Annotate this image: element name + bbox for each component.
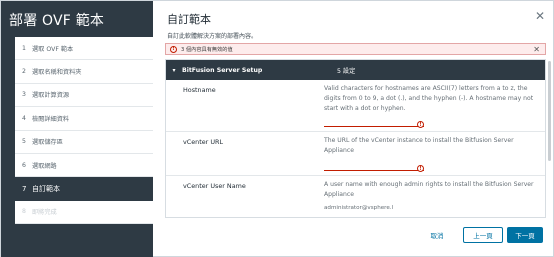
wizard-step-7-active[interactable]: 7 自訂範本 xyxy=(15,177,153,201)
section-name: BitFusion Server Setup xyxy=(182,66,263,74)
wizard-step-1[interactable]: 1 選取 OVF 範本 xyxy=(15,37,153,61)
wizard-step-label: 選取名稱和資料夾 xyxy=(32,69,82,77)
property-row-vcenter-username: vCenter User Name A user name with enoug… xyxy=(166,176,545,217)
wizard-step-label: 檢閱詳細資料 xyxy=(32,115,70,123)
vcenter-url-input[interactable]: ! xyxy=(324,162,424,172)
exclamation-circle-icon: ! xyxy=(417,121,424,128)
wizard-sidebar: 部署 OVF 範本 1 選取 OVF 範本 2 選取名稱和資料夾 3 選取計算資源 4… xyxy=(1,1,153,257)
section-header[interactable]: ▾ BitFusion Server Setup 5 設定 xyxy=(166,60,545,80)
scrollbar-thumb[interactable] xyxy=(548,61,551,161)
cancel-button[interactable]: 取消 xyxy=(419,227,455,243)
wizard-content: ✕ 自訂範本 自訂此軟體解決方案的部署內容。 ! 3 個內容具有無效的值 ✕ ▾… xyxy=(153,1,554,257)
section-count: 5 設定 xyxy=(337,67,356,75)
property-description: The URL of the vCenter instance to insta… xyxy=(324,137,514,154)
property-name: Hostname xyxy=(183,86,216,94)
wizard-footer: 取消 上一頁 下一頁 xyxy=(153,223,554,249)
back-button[interactable]: 上一頁 xyxy=(463,227,503,243)
error-alert: ! 3 個內容具有無效的值 ✕ xyxy=(165,43,546,55)
wizard-step-4[interactable]: 4 檢閱詳細資料 xyxy=(15,107,153,131)
exclamation-circle-icon: ! xyxy=(417,165,424,172)
wizard-step-label: 選取計算資源 xyxy=(32,92,70,100)
vcenter-username-input[interactable]: administrator@vsphere.l xyxy=(324,205,393,211)
properties-panel: ▾ BitFusion Server Setup 5 設定 Hostname V… xyxy=(165,59,546,218)
wizard-steps: 1 選取 OVF 範本 2 選取名稱和資料夾 3 選取計算資源 4 檢閱詳細資料 5 選取… xyxy=(15,37,153,225)
property-description: A user name with enough admin rights to … xyxy=(324,181,534,198)
wizard-title: 部署 OVF 範本 xyxy=(9,13,105,29)
wizard-step-label: 選取 OVF 範本 xyxy=(32,45,74,53)
property-description: Valid characters for hostnames are ASCII… xyxy=(324,85,534,112)
hostname-input[interactable]: ! xyxy=(324,118,424,128)
chevron-down-icon[interactable]: ▾ xyxy=(166,67,182,74)
wizard-step-6[interactable]: 6 選取網路 xyxy=(15,153,153,178)
wizard-step-5[interactable]: 5 選取儲存區 xyxy=(15,130,153,154)
deploy-ovf-dialog: 部署 OVF 範本 1 選取 OVF 範本 2 選取名稱和資料夾 3 選取計算資源 4… xyxy=(0,0,554,257)
alert-close-icon[interactable]: ✕ xyxy=(533,44,540,55)
property-name: vCenter URL xyxy=(183,138,224,146)
property-row-hostname: Hostname Valid characters for hostnames … xyxy=(166,80,545,132)
close-icon[interactable]: ✕ xyxy=(535,10,545,22)
wizard-step-label: 即將完成 xyxy=(32,209,57,217)
page-subtitle: 自訂此軟體解決方案的部署內容。 xyxy=(167,33,258,40)
wizard-step-label: 選取網路 xyxy=(32,162,57,170)
property-row-vcenter-url: vCenter URL The URL of the vCenter insta… xyxy=(166,132,545,176)
property-name: vCenter User Name xyxy=(183,182,246,190)
wizard-step-2[interactable]: 2 選取名稱和資料夾 xyxy=(15,60,153,84)
alert-text: 3 個內容具有無效的值 xyxy=(181,46,233,53)
wizard-step-3[interactable]: 3 選取計算資源 xyxy=(15,83,153,108)
page-title: 自訂範本 xyxy=(167,13,211,26)
wizard-step-8: 8 即將完成 xyxy=(15,200,153,225)
wizard-step-label: 選取儲存區 xyxy=(32,139,63,147)
next-button[interactable]: 下一頁 xyxy=(507,227,543,243)
exclamation-circle-icon: ! xyxy=(170,45,177,53)
wizard-step-label: 自訂範本 xyxy=(32,184,60,193)
